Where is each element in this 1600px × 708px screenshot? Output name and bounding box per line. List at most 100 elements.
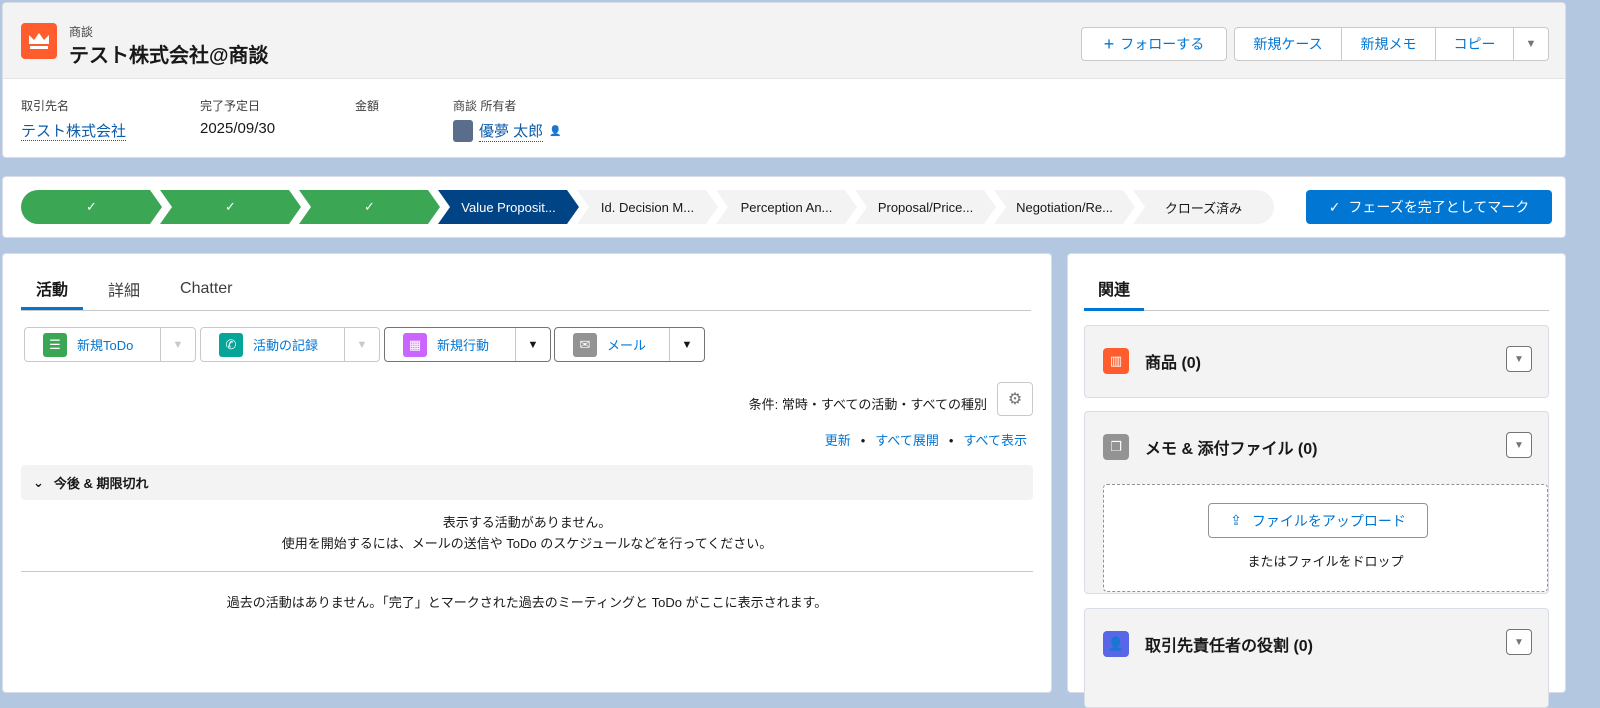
related-card-products: ▥ 商品 (0) ▼ <box>1084 325 1549 398</box>
new-todo-button[interactable]: ☰ 新規ToDo ▼ <box>24 327 196 362</box>
calendar-icon: ▦ <box>403 332 427 357</box>
stage-label: Value Proposit... <box>461 199 556 215</box>
change-owner-icon[interactable]: 👤 <box>549 126 561 137</box>
expand-all-link[interactable]: すべて展開 <box>875 433 939 448</box>
opportunity-crown-icon <box>21 23 57 59</box>
card-title[interactable]: 商品 (0) <box>1145 349 1201 373</box>
activity-panel: 活動 詳細 Chatter ☰ 新規ToDo ▼ ✆ 活動の記録 ▼ ▦ 新規行動 ▼ ✉ メ… <box>2 253 1052 693</box>
action-label: メール <box>607 338 647 353</box>
upload-icon: ⇪ <box>1230 512 1242 528</box>
empty-line-2: 使用を開始するには、メールの送信や ToDo のスケジュールなどを行ってください… <box>281 536 773 551</box>
stage-label: クローズ済み <box>1164 200 1243 216</box>
action-button-group: 新規ケース 新規メモ コピー ▼ <box>1234 27 1549 61</box>
header-band: 商談 テスト株式会社@商談 + フォローする 新規ケース 新規メモ コピー ▼ <box>3 3 1565 79</box>
view-all-link[interactable]: すべて表示 <box>963 433 1027 448</box>
related-card-contact-roles: 👤 取引先責任者の役割 (0) ▼ <box>1084 608 1549 708</box>
more-actions-chevron-down-icon[interactable]: ▼ <box>1514 28 1548 60</box>
section-title: 今後 & 期限切れ <box>53 476 149 491</box>
action-label: 活動の記録 <box>253 338 319 353</box>
related-card-notes-attachments: ❐ メモ & 添付ファイル (0) ▼ ⇪ ファイルをアップロード またはファイルを… <box>1084 411 1549 594</box>
upcoming-overdue-section[interactable]: ⌄ 今後 & 期限切れ <box>21 465 1033 500</box>
task-list-icon: ☰ <box>43 332 67 357</box>
refresh-link[interactable]: 更新 <box>825 433 851 448</box>
new-case-button[interactable]: 新規ケース <box>1235 28 1342 60</box>
field-close-date: 完了予定日 2025/09/30 <box>200 97 275 137</box>
stage-label: Proposal/Price... <box>877 199 974 215</box>
mark-complete-label: フェーズを完了としてマーク <box>1348 199 1530 215</box>
email-button[interactable]: ✉ メール ▼ <box>554 327 705 362</box>
copy-button[interactable]: コピー <box>1436 28 1514 60</box>
owner-link[interactable]: 優夢 太郎 <box>479 120 544 142</box>
product-icon: ▥ <box>1103 348 1129 374</box>
chevron-down-icon: ⌄ <box>33 474 44 490</box>
chevron-down-icon[interactable]: ▼ <box>516 328 550 361</box>
follow-label: フォローする <box>1120 36 1205 52</box>
card-menu-chevron-down-icon[interactable]: ▼ <box>1506 629 1532 655</box>
empty-message: 表示する活動がありません。使用を開始するには、メールの送信や ToDo のスケジ… <box>21 512 1033 554</box>
activity-links: 更新 • すべて展開 • すべて表示 <box>824 433 1027 448</box>
plus-icon: + <box>1103 33 1115 54</box>
tab-activity[interactable]: 活動 <box>21 268 84 310</box>
drop-hint: またはファイルをドロップ <box>1247 554 1404 569</box>
field-label: 金額 <box>355 99 380 113</box>
path-stage-todo[interactable]: Perception An... <box>716 190 857 224</box>
upload-files-button[interactable]: ⇪ ファイルをアップロード <box>1208 503 1428 538</box>
email-icon: ✉ <box>573 332 597 357</box>
related-panel: 関連 ▥ 商品 (0) ▼ ❐ メモ & 添付ファイル (0) ▼ ⇪ ファイルをアッ… <box>1067 253 1566 708</box>
check-icon: ✓ <box>225 199 236 214</box>
action-label: 新規ToDo <box>77 338 134 353</box>
check-icon: ✓ <box>1328 198 1341 215</box>
filter-gear-icon[interactable]: ⚙ <box>997 382 1033 416</box>
new-note-button[interactable]: 新規メモ <box>1342 28 1436 60</box>
card-title[interactable]: 取引先責任者の役割 (0) <box>1145 632 1313 656</box>
divider <box>21 571 1033 572</box>
past-activity-message: 過去の活動はありません。「完了」とマークされた過去のミーティングと ToDo が… <box>226 595 828 610</box>
card-menu-chevron-down-icon[interactable]: ▼ <box>1506 432 1532 458</box>
log-call-button[interactable]: ✆ 活動の記録 ▼ <box>200 327 380 362</box>
field-owner: 商談 所有者優夢 太郎 👤 <box>453 97 562 142</box>
path-stage-current[interactable]: Value Proposit... <box>438 190 579 224</box>
chevron-down-icon[interactable]: ▼ <box>670 328 704 361</box>
upload-label: ファイルをアップロード <box>1251 512 1406 529</box>
field-label: 完了予定日 <box>200 99 261 113</box>
tab-details[interactable]: 詳細 <box>93 268 155 310</box>
path-stage-todo[interactable]: Negotiation/Re... <box>994 190 1135 224</box>
record-header: 商談 テスト株式会社@商談 + フォローする 新規ケース 新規メモ コピー ▼ 取… <box>2 2 1566 158</box>
activity-filter-text: 条件: 常時・すべての活動・すべての種別 <box>748 397 987 412</box>
record-title: テスト株式会社@商談 <box>69 45 269 67</box>
related-tabs: 関連 <box>1084 268 1549 311</box>
empty-line-1: 表示する活動がありません。 <box>442 515 612 530</box>
chevron-down-icon[interactable]: ▼ <box>161 328 195 361</box>
tab-chatter[interactable]: Chatter <box>165 268 247 310</box>
account-link[interactable]: テスト株式会社 <box>21 123 127 141</box>
stage-label: Id. Decision M... <box>600 199 695 215</box>
follow-button[interactable]: + フォローする <box>1081 27 1227 61</box>
path-stage-done[interactable]: ✓ <box>299 190 440 224</box>
stage-label: Negotiation/Re... <box>1016 199 1113 215</box>
path-stage-todo[interactable]: Id. Decision M... <box>577 190 718 224</box>
tab-related[interactable]: 関連 <box>1084 268 1145 311</box>
sales-path: ✓ ✓ ✓ Value Proposit... Id. Decision M... Per… <box>2 176 1566 238</box>
contact-role-icon: 👤 <box>1103 631 1129 657</box>
path-stage-todo[interactable]: Proposal/Price... <box>855 190 996 224</box>
check-icon: ✓ <box>364 199 375 214</box>
field-value: 2025/09/30 <box>200 120 276 137</box>
activity-tabs: 活動 詳細 Chatter <box>21 268 1031 311</box>
card-menu-chevron-down-icon[interactable]: ▼ <box>1506 346 1532 372</box>
card-title[interactable]: メモ & 添付ファイル (0) <box>1145 435 1317 459</box>
phone-icon: ✆ <box>219 332 243 357</box>
field-label: 商談 所有者 <box>453 99 517 113</box>
action-label: 新規行動 <box>437 338 490 353</box>
path-stage-done[interactable]: ✓ <box>21 190 162 224</box>
path-stage-done[interactable]: ✓ <box>160 190 301 224</box>
stage-label: Perception An... <box>740 199 833 215</box>
file-icon: ❐ <box>1103 434 1129 460</box>
file-drop-zone[interactable]: ⇪ ファイルをアップロード またはファイルをドロップ <box>1103 484 1548 592</box>
field-account: 取引先名テスト株式会社 <box>21 97 127 141</box>
field-label: 取引先名 <box>21 99 70 113</box>
path-stage-todo[interactable]: クローズ済み <box>1133 190 1274 224</box>
chevron-down-icon[interactable]: ▼ <box>345 328 379 361</box>
field-amount: 金額 <box>355 97 379 120</box>
mark-stage-complete-button[interactable]: ✓ フェーズを完了としてマーク <box>1306 190 1552 224</box>
new-event-button[interactable]: ▦ 新規行動 ▼ <box>384 327 551 362</box>
